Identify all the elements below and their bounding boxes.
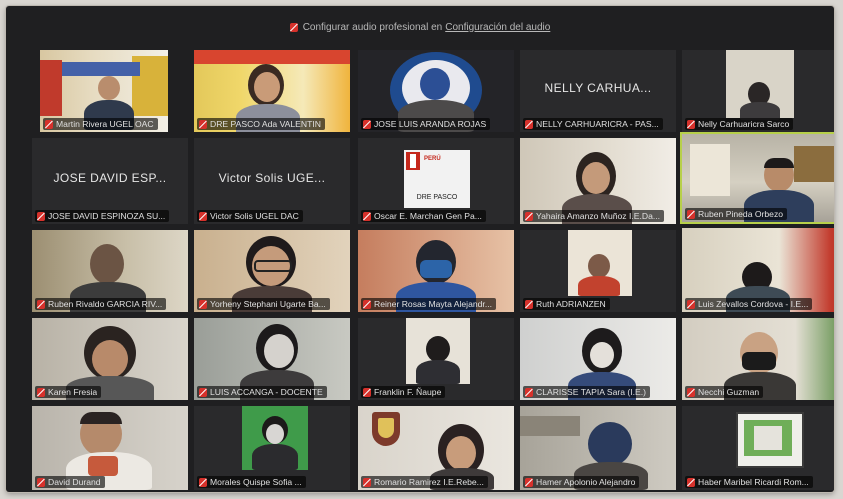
- participant-name: DRE PASCO Ada VALENTIN: [210, 119, 321, 129]
- muted-mic-icon: [687, 119, 695, 129]
- participant-tile[interactable]: David Durand: [32, 406, 188, 490]
- participant-tile[interactable]: Luis Zevallos Cordova - I.E...: [682, 228, 834, 312]
- participant-tile[interactable]: Haber Maribel Ricardi Rom...: [682, 406, 834, 490]
- participant-tile[interactable]: Yahaira Amanzo Muñoz I.E.Da...: [520, 138, 676, 224]
- participant-tile[interactable]: Victor Solis UGE... Victor Solis UGEL DA…: [194, 138, 350, 224]
- muted-mic-icon: [687, 477, 695, 487]
- participant-name: Ruben Rivaldo GARCIA RIV...: [48, 299, 163, 309]
- participant-name: Franklin F. Ñaupe: [374, 387, 442, 397]
- audio-notice-bar[interactable]: Configurar audio profesional en Configur…: [6, 18, 834, 36]
- participant-name: Ruth ADRIANZEN: [536, 299, 606, 309]
- muted-mic-icon: [199, 299, 207, 309]
- participant-display-name: JOSE DAVID ESP...: [53, 170, 167, 185]
- participant-name: Hamer Apolonio Alejandro: [536, 477, 636, 487]
- logo-caption: DRE PASCO: [416, 194, 458, 201]
- participant-name: Reiner Rosas Mayta Alejandr...: [374, 299, 492, 309]
- muted-mic-icon: [363, 477, 371, 487]
- muted-mic-icon: [363, 119, 371, 129]
- participant-tile[interactable]: LUIS ACCANGA - DOCENTE: [194, 318, 350, 400]
- muted-mic-icon: [363, 387, 371, 397]
- participant-tile[interactable]: Nelly Carhuaricra Sarco: [682, 50, 834, 132]
- participant-display-name: NELLY CARHUA...: [544, 81, 652, 96]
- participant-name: JOSE DAVID ESPINOZA SU...: [48, 211, 166, 221]
- participant-name: Romario Ramirez I.E.Rebe...: [374, 477, 484, 487]
- peru-brand-text: PERÚ: [424, 156, 441, 162]
- participant-tile[interactable]: JOSE LUIS ARANDA ROJAS: [358, 50, 514, 132]
- participant-name: Ruben Pineda Orbezo: [698, 209, 784, 219]
- muted-mic-icon: [687, 387, 695, 397]
- muted-mic-icon: [199, 119, 207, 129]
- muted-mic-icon: [37, 387, 45, 397]
- participant-name: JOSE LUIS ARANDA ROJAS: [374, 119, 487, 129]
- muted-mic-icon: [525, 387, 533, 397]
- participant-name: CLARISSE TAPIA Sara (I.E.): [536, 387, 647, 397]
- muted-mic-icon: [363, 211, 371, 221]
- participant-name: Nelly Carhuaricra Sarco: [698, 119, 790, 129]
- audio-settings-link[interactable]: Configuración del audio: [445, 22, 550, 33]
- muted-mic-icon: [525, 211, 533, 221]
- participant-name: NELLY CARHUARICRA - PAS...: [536, 119, 659, 129]
- muted-mic-icon: [45, 119, 53, 129]
- participant-name: David Durand: [48, 477, 101, 487]
- participant-tile[interactable]: Ruth ADRIANZEN: [520, 230, 676, 312]
- muted-mic-icon: [199, 211, 207, 221]
- participant-tile[interactable]: PERÚ DRE PASCO Oscar E. Marchan Gen Pa..…: [358, 138, 514, 224]
- participant-tile[interactable]: NELLY CARHUA... NELLY CARHUARICRA - PAS.…: [520, 50, 676, 132]
- participant-tile[interactable]: Karen Fresia: [32, 318, 188, 400]
- participant-tile[interactable]: Necchi Guzman: [682, 318, 834, 400]
- participant-tile[interactable]: Romario Ramirez I.E.Rebe...: [358, 406, 514, 490]
- participant-tile[interactable]: Ruben Rivaldo GARCIA RIV...: [32, 230, 188, 312]
- participant-name: Martin Rivera UGEL OAC: [56, 119, 154, 129]
- zoom-gallery-window: Configurar audio profesional en Configur…: [6, 6, 834, 492]
- muted-mic-icon: [37, 299, 45, 309]
- muted-mic-icon: [687, 209, 695, 219]
- participant-name: Oscar E. Marchan Gen Pa...: [374, 211, 482, 221]
- muted-mic-icon: [525, 477, 533, 487]
- participant-tile[interactable]: CLARISSE TAPIA Sara (I.E.): [520, 318, 676, 400]
- participant-name: Necchi Guzman: [698, 387, 760, 397]
- muted-mic-icon: [525, 299, 533, 309]
- audio-notice-text: Configurar audio profesional en: [302, 21, 443, 33]
- participant-tile[interactable]: Franklin F. Ñaupe: [358, 318, 514, 400]
- participant-name: Haber Maribel Ricardi Rom...: [698, 477, 809, 487]
- participant-tile[interactable]: JOSE DAVID ESP... JOSE DAVID ESPINOZA SU…: [32, 138, 188, 224]
- participant-name: Morales Quispe Sofia ...: [210, 477, 302, 487]
- participant-tile[interactable]: Reiner Rosas Mayta Alejandr...: [358, 230, 514, 312]
- muted-mic-icon: [37, 211, 45, 221]
- participant-name: Yahaira Amanzo Muñoz I.E.Da...: [536, 211, 661, 221]
- participant-tile-active-speaker[interactable]: Ruben Pineda Orbezo: [680, 132, 834, 224]
- participant-name: Karen Fresia: [48, 387, 98, 397]
- notice-icon: [289, 22, 298, 32]
- muted-mic-icon: [199, 387, 207, 397]
- participant-name: LUIS ACCANGA - DOCENTE: [210, 387, 323, 397]
- participant-display-name: Victor Solis UGE...: [218, 170, 326, 185]
- muted-mic-icon: [525, 119, 533, 129]
- participant-tile[interactable]: Morales Quispe Sofia ...: [194, 406, 350, 490]
- participant-tile[interactable]: Hamer Apolonio Alejandro: [520, 406, 676, 490]
- participant-tile[interactable]: DRE PASCO Ada VALENTIN: [194, 50, 350, 132]
- muted-mic-icon: [363, 299, 371, 309]
- participant-tile[interactable]: Yorheny Stephani Ugarte Ba...: [194, 230, 350, 312]
- participant-name: Luis Zevallos Cordova - I.E...: [698, 299, 809, 309]
- participant-name: Yorheny Stephani Ugarte Ba...: [210, 299, 326, 309]
- muted-mic-icon: [199, 477, 207, 487]
- participant-name: Victor Solis UGEL DAC: [210, 211, 299, 221]
- muted-mic-icon: [37, 477, 45, 487]
- muted-mic-icon: [687, 299, 695, 309]
- participant-tile[interactable]: Martin Rivera UGEL OAC: [40, 50, 168, 132]
